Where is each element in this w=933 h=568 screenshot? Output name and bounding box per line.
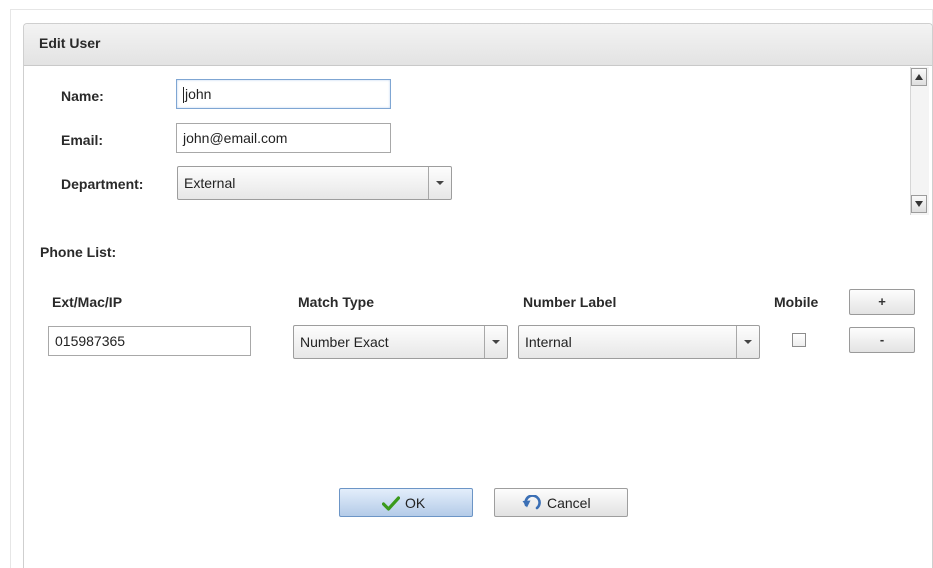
department-select-value: External xyxy=(184,175,236,191)
name-input-value: john xyxy=(185,86,212,102)
undo-icon xyxy=(522,495,541,510)
match-type-select[interactable]: Number Exact xyxy=(293,325,508,359)
column-header-number-label: Number Label xyxy=(523,294,617,310)
email-input-value: john@email.com xyxy=(183,130,288,146)
form-scrollbar[interactable] xyxy=(910,67,929,215)
column-header-match-type: Match Type xyxy=(298,294,374,310)
chevron-down-icon[interactable] xyxy=(428,167,451,199)
checkmark-icon xyxy=(382,495,400,511)
dialog-titlebar: Edit User xyxy=(24,24,932,66)
cancel-button-label: Cancel xyxy=(547,495,591,511)
ext-input[interactable]: 015987365 xyxy=(48,326,251,356)
email-input[interactable]: john@email.com xyxy=(176,123,391,153)
ok-button-label: OK xyxy=(405,495,426,511)
scroll-up-arrow-icon[interactable] xyxy=(911,68,927,86)
email-label: Email: xyxy=(61,132,104,148)
number-label-select[interactable]: Internal xyxy=(518,325,760,359)
number-label-select-value: Internal xyxy=(525,334,572,350)
name-label: Name: xyxy=(61,88,104,104)
remove-phone-button[interactable]: - xyxy=(849,327,915,353)
column-header-ext: Ext/Mac/IP xyxy=(52,294,123,310)
phone-list-label: Phone List: xyxy=(40,244,117,260)
mobile-checkbox[interactable] xyxy=(792,333,806,347)
chevron-down-icon[interactable] xyxy=(736,326,759,358)
dialog-title: Edit User xyxy=(39,35,101,51)
name-input[interactable]: john xyxy=(176,79,391,109)
cancel-button[interactable]: Cancel xyxy=(494,488,628,517)
add-phone-button[interactable]: + xyxy=(849,289,915,315)
chevron-down-icon[interactable] xyxy=(484,326,507,358)
scroll-down-arrow-icon[interactable] xyxy=(911,195,927,213)
scrollbar-track[interactable] xyxy=(910,67,929,215)
ok-button[interactable]: OK xyxy=(339,488,473,517)
department-label: Department: xyxy=(61,176,144,192)
text-caret xyxy=(183,87,184,104)
column-header-mobile: Mobile xyxy=(774,294,819,310)
department-select[interactable]: External xyxy=(177,166,452,200)
match-type-select-value: Number Exact xyxy=(300,334,389,350)
ext-input-value: 015987365 xyxy=(55,333,126,349)
